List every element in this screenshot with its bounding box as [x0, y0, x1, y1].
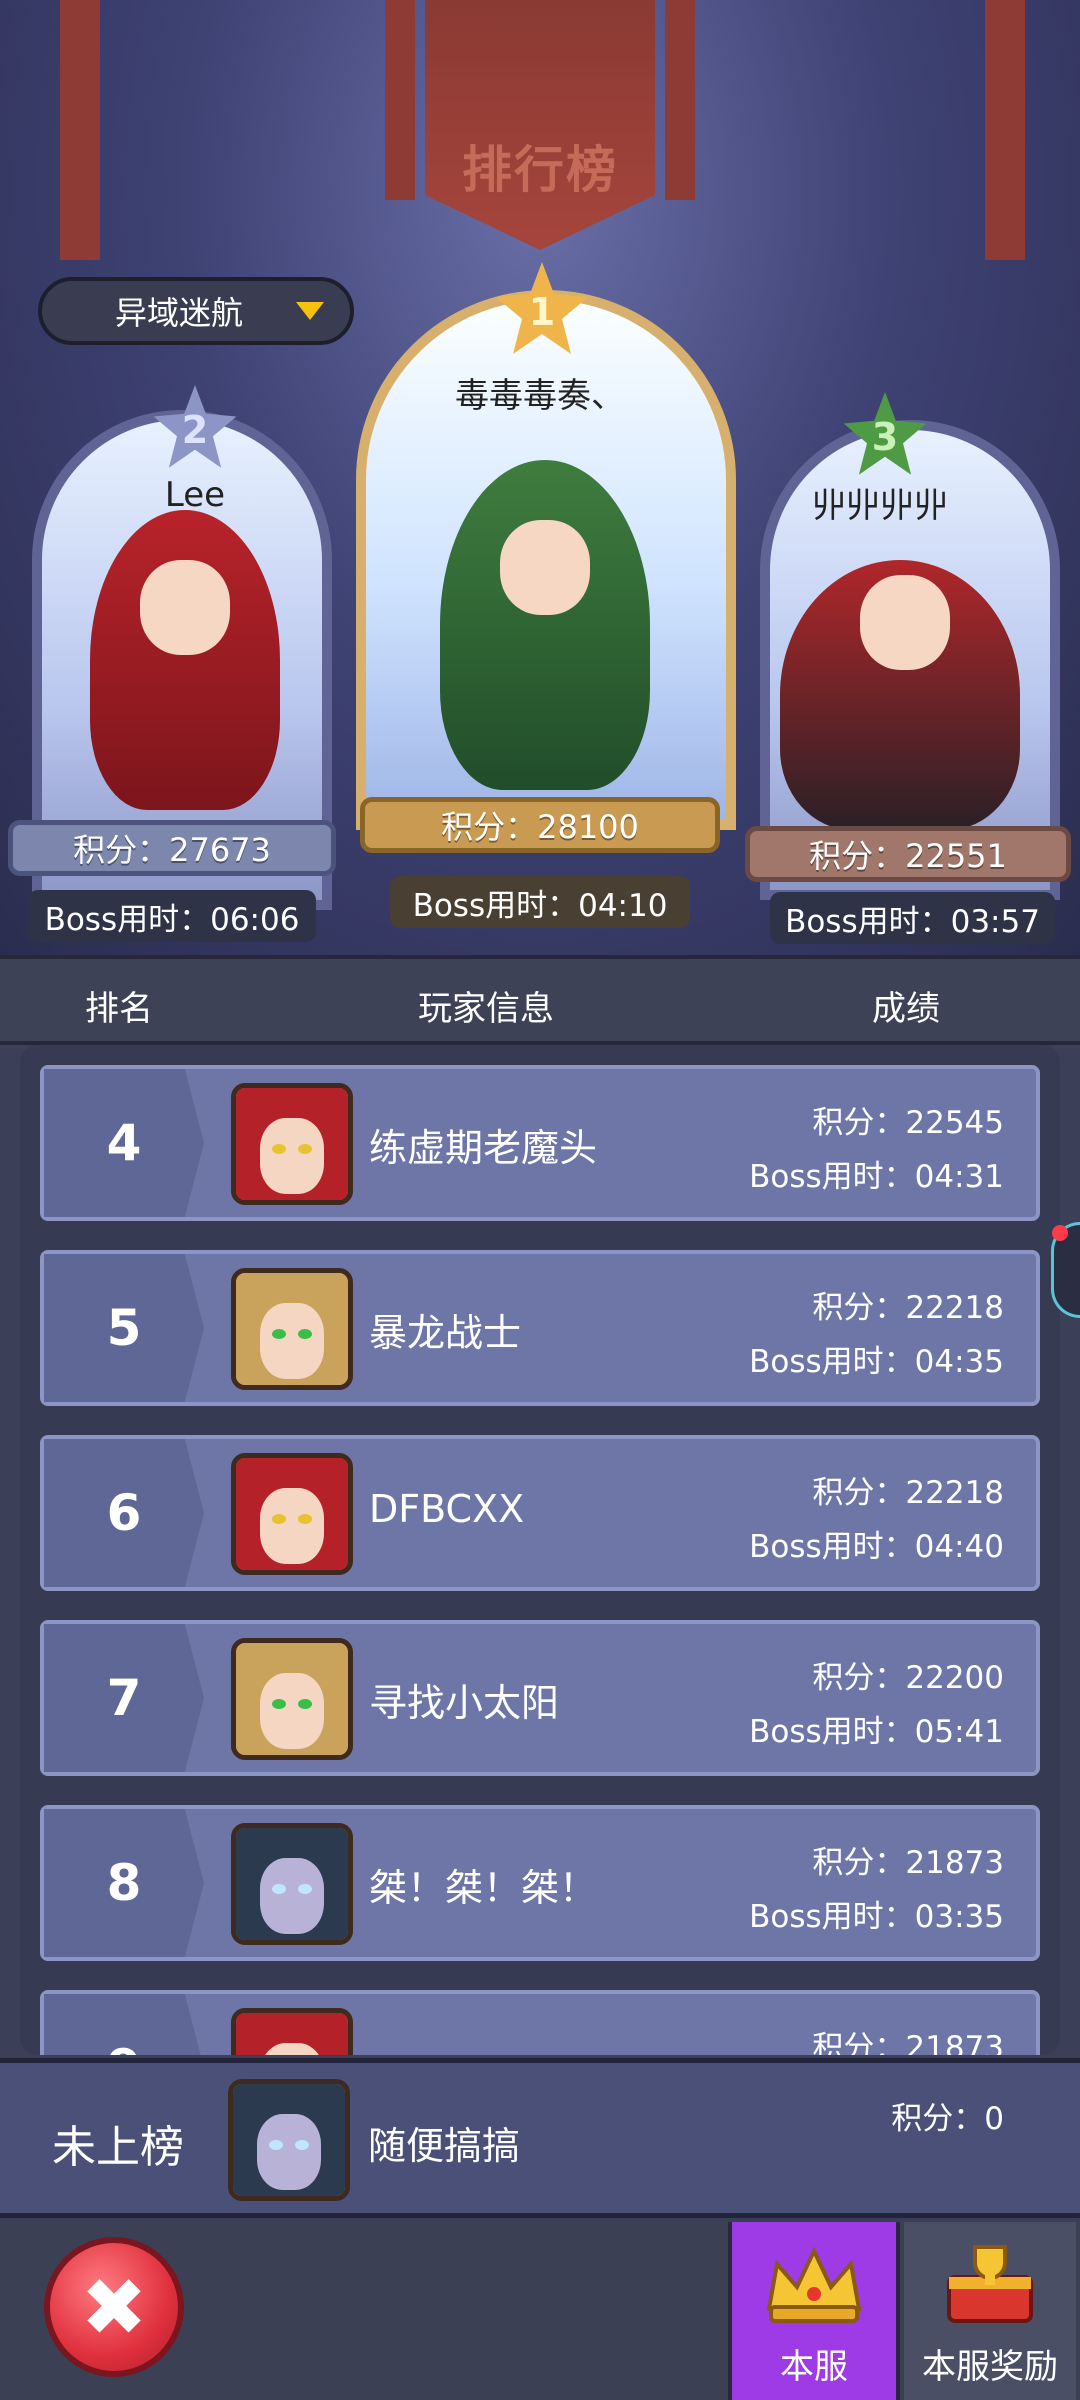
my-player-name: 随便搞搞 — [368, 2124, 521, 2168]
my-score: 积分：0 — [891, 2101, 1004, 2137]
podium-1-face — [500, 520, 590, 615]
podium-2-face — [140, 560, 230, 655]
curtain-mid-left — [385, 0, 415, 200]
podium-area: 排行榜 异域迷航 2 Lee 积分：27673 Boss用时：06:06 1 毒… — [0, 0, 1080, 955]
podium-3-face — [860, 575, 950, 670]
table-row[interactable]: 4 练虚期老魔头 积分：22545 Boss用时：04:31 — [40, 1065, 1040, 1221]
server-select[interactable]: 异域迷航 — [38, 277, 354, 345]
table-row[interactable]: 8 桀！桀！桀！ 积分：21873 Boss用时：03:35 — [40, 1805, 1040, 1961]
podium-2-name: Lee — [164, 475, 226, 515]
row-boss-time: Boss用时：05:41 — [749, 1714, 1004, 1750]
table-row[interactable]: 5 暴龙战士 积分：22218 Boss用时：04:35 — [40, 1250, 1040, 1406]
player-avatar — [231, 1083, 353, 1205]
row-rank: 4 — [44, 1069, 204, 1217]
ranking-list-inner: 4 练虚期老魔头 积分：22545 Boss用时：04:31 5 暴龙战士 积分… — [20, 1045, 1060, 2055]
bottom-bar: ✖ 本服 本服奖励 — [0, 2222, 1080, 2400]
row-player-name: 寻找小太阳 — [369, 1681, 560, 1725]
trophy-chest-icon — [947, 2245, 1033, 2323]
row-score: 积分：22218 — [812, 1475, 1004, 1511]
row-score: 积分：22545 — [812, 1105, 1004, 1141]
podium-1-score: 积分：28100 — [360, 797, 720, 853]
row-player-name: 暴龙战士 — [369, 1311, 522, 1355]
row-score: 积分：21873 — [812, 2030, 1004, 2055]
row-score: 积分：21873 — [812, 1845, 1004, 1881]
tab-server-rewards[interactable]: 本服奖励 — [904, 2222, 1076, 2400]
column-player: 玩家信息 — [418, 989, 554, 1029]
title-banner — [425, 0, 655, 250]
column-rank: 排名 — [85, 989, 153, 1029]
player-avatar — [231, 1823, 353, 1945]
row-score: 积分：22200 — [812, 1660, 1004, 1696]
row-player-name: DFBCXX — [369, 1487, 525, 1531]
curtain-right — [985, 0, 1025, 260]
close-icon: ✖ — [80, 2260, 148, 2354]
player-avatar — [231, 1453, 353, 1575]
tab-server-rewards-label: 本服奖励 — [922, 2347, 1058, 2387]
table-row[interactable]: 9 积分：21873 — [40, 1990, 1040, 2055]
close-button[interactable]: ✖ — [44, 2237, 184, 2377]
player-avatar — [231, 1268, 353, 1390]
player-avatar — [231, 2008, 353, 2055]
ranking-list[interactable]: 4 练虚期老魔头 积分：22545 Boss用时：04:31 5 暴龙战士 积分… — [0, 1045, 1080, 2055]
podium-1-character[interactable] — [440, 460, 650, 790]
row-rank: 6 — [44, 1439, 204, 1587]
row-player-name: 桀！桀！桀！ — [369, 1866, 598, 1910]
row-player-name: 练虚期老魔头 — [369, 1126, 598, 1170]
column-result: 成绩 — [872, 989, 940, 1029]
table-row[interactable]: 6 DFBCXX 积分：22218 Boss用时：04:40 — [40, 1435, 1040, 1591]
notification-dot-icon — [1052, 1225, 1068, 1241]
podium-2-character[interactable] — [90, 510, 280, 810]
row-boss-time: Boss用时：03:35 — [749, 1899, 1004, 1935]
player-avatar — [231, 1638, 353, 1760]
podium-1-name: 毒毒毒奏、 — [455, 376, 625, 416]
podium-2-score: 积分：27673 — [8, 820, 336, 876]
row-rank: 5 — [44, 1254, 204, 1402]
row-rank: 9 — [44, 1994, 204, 2055]
table-row[interactable]: 7 寻找小太阳 积分：22200 Boss用时：05:41 — [40, 1620, 1040, 1776]
podium-3-boss-time: Boss用时：03:57 — [770, 892, 1055, 944]
podium-3-score: 积分：22551 — [745, 826, 1071, 882]
tab-server[interactable]: 本服 — [728, 2222, 900, 2400]
my-avatar — [228, 2079, 350, 2201]
curtain-left — [60, 0, 100, 260]
row-rank: 8 — [44, 1809, 204, 1957]
my-rank: 未上榜 — [52, 2122, 184, 2173]
row-boss-time: Boss用时：04:40 — [749, 1529, 1004, 1565]
podium-2-boss-time: Boss用时：06:06 — [28, 890, 316, 942]
row-score: 积分：22218 — [812, 1290, 1004, 1326]
curtain-mid-right — [665, 0, 695, 200]
column-header: 排名 玩家信息 成绩 — [0, 955, 1080, 1045]
podium-1-boss-time: Boss用时：04:10 — [390, 876, 690, 928]
my-rank-row: 未上榜 随便搞搞 积分：0 — [0, 2058, 1080, 2218]
podium-3-name: 丱丱丱丱 — [812, 486, 948, 526]
dropdown-arrow-icon — [296, 302, 324, 320]
row-rank: 7 — [44, 1624, 204, 1772]
page-title: 排行榜 — [462, 141, 618, 199]
row-boss-time: Boss用时：04:35 — [749, 1344, 1004, 1380]
row-boss-time: Boss用时：04:31 — [749, 1159, 1004, 1195]
tab-server-label: 本服 — [780, 2347, 848, 2387]
server-select-value: 异域迷航 — [114, 294, 243, 332]
crown-icon — [766, 2246, 862, 2323]
